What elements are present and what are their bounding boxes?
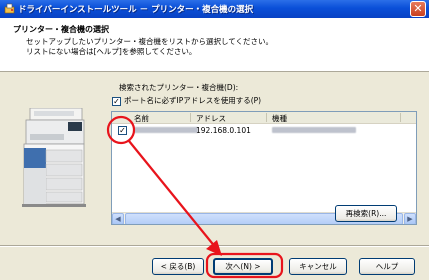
use-ip-address-label: ポート名に必ずIPアドレスを使用する(P): [124, 96, 262, 105]
description-line-2: リストにない場合は[ヘルプ]を参照してください。: [26, 47, 197, 56]
app-icon: [4, 3, 15, 14]
wizard-header: プリンター・複合機の選択 セットアップしたいプリンター・複合機をリストから選択し…: [0, 18, 429, 72]
title-bar: ドライバーインストールツール － プリンター・複合機の選択 ✕: [0, 0, 429, 18]
printer-name-redacted: [134, 126, 198, 135]
back-button[interactable]: < 戻る(B): [152, 258, 204, 275]
footer-divider: [0, 245, 429, 247]
use-ip-address-option[interactable]: ✓ ポート名に必ずIPアドレスを使用する(P): [112, 95, 261, 106]
next-button[interactable]: 次へ(N) >: [213, 258, 273, 275]
description-line-1: セットアップしたいプリンター・複合機をリストから選択してください。: [26, 37, 274, 46]
window-title: ドライバーインストールツール － プリンター・複合機の選択: [18, 5, 254, 15]
installer-window: ドライバーインストールツール － プリンター・複合機の選択 ✕ プリンター・複合…: [0, 0, 429, 280]
list-header: 名前 アドレス 機種: [112, 112, 416, 124]
page-description: セットアップしたいプリンター・複合機をリストから選択してください。 リストにない…: [26, 37, 273, 57]
printer-row[interactable]: ✓ 192.168.0.101: [112, 125, 416, 137]
multifunction-printer-illustration: [22, 108, 86, 207]
scroll-right-button[interactable]: ▶: [404, 213, 416, 224]
column-header-model[interactable]: 機種: [272, 113, 287, 124]
column-header-address[interactable]: アドレス: [196, 113, 226, 124]
chevron-left-icon: ◀: [115, 215, 121, 223]
scroll-left-button[interactable]: ◀: [112, 213, 124, 224]
printer-address: 192.168.0.101: [196, 126, 251, 135]
column-divider[interactable]: [400, 113, 401, 122]
use-ip-address-checkbox[interactable]: ✓: [112, 97, 121, 106]
page-title: プリンター・複合機の選択: [13, 25, 109, 34]
close-button[interactable]: ✕: [410, 1, 426, 17]
printer-row-checkbox[interactable]: ✓: [118, 126, 127, 135]
chevron-right-icon: ▶: [407, 215, 413, 223]
research-button[interactable]: 再検索(R)...: [335, 205, 397, 222]
help-button[interactable]: ヘルプ: [359, 258, 415, 275]
column-header-name[interactable]: 名前: [134, 113, 149, 124]
column-divider[interactable]: [266, 113, 267, 122]
close-icon: ✕: [413, 2, 423, 15]
column-divider[interactable]: [190, 113, 191, 122]
printer-model-redacted: [272, 126, 356, 135]
printer-list-label: 検索されたプリンター・複合機(D):: [119, 83, 239, 92]
cancel-button[interactable]: キャンセル: [289, 258, 347, 275]
main-content: 検索されたプリンター・複合機(D): ✓ ポート名に必ずIPアドレスを使用する(P…: [0, 73, 429, 245]
